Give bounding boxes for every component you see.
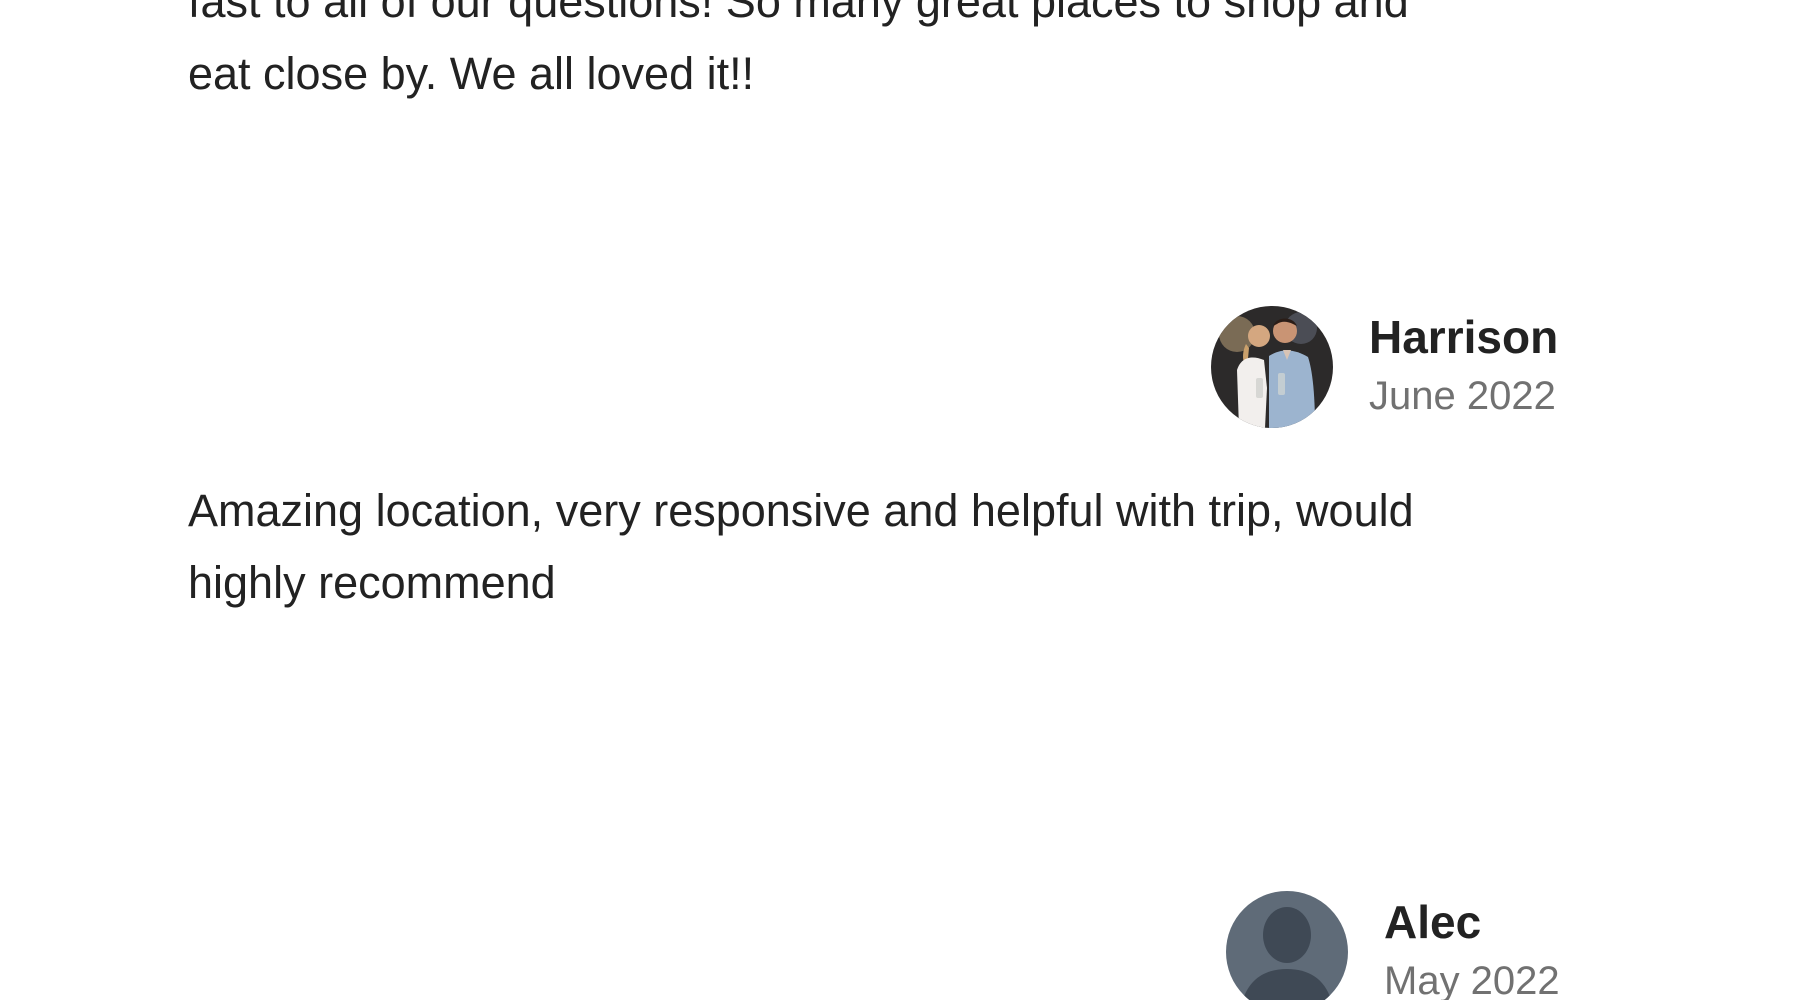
review-text-line: eat close by. We all loved it!! xyxy=(188,48,755,99)
review-text-line: Amazing location, very responsive and he… xyxy=(188,485,1414,536)
avatar[interactable] xyxy=(1211,306,1333,428)
default-user-icon xyxy=(1226,891,1348,1000)
review-text-previous: fast to all of our questions! So many gr… xyxy=(188,0,1588,110)
avatar[interactable] xyxy=(1226,891,1348,1000)
review-text-harrison: Amazing location, very responsive and he… xyxy=(188,475,1588,619)
reviewer-name[interactable]: Harrison xyxy=(1369,309,1558,365)
reviewer-name[interactable]: Alec xyxy=(1384,894,1560,950)
reviewer-alec: Alec May 2022 xyxy=(1226,891,1560,1000)
review-text-line: highly recommend xyxy=(188,557,556,608)
review-date: May 2022 xyxy=(1384,959,1560,1000)
reviewer-meta: Alec May 2022 xyxy=(1384,894,1560,1000)
reviewer-harrison: Harrison June 2022 xyxy=(1211,306,1558,428)
reviewer-photo-icon xyxy=(1211,306,1333,428)
reviews-page: fast to all of our questions! So many gr… xyxy=(0,0,1800,1000)
review-text-line: fast to all of our questions! So many gr… xyxy=(188,0,1409,27)
reviewer-meta: Harrison June 2022 xyxy=(1369,309,1558,425)
review-date: June 2022 xyxy=(1369,374,1556,418)
